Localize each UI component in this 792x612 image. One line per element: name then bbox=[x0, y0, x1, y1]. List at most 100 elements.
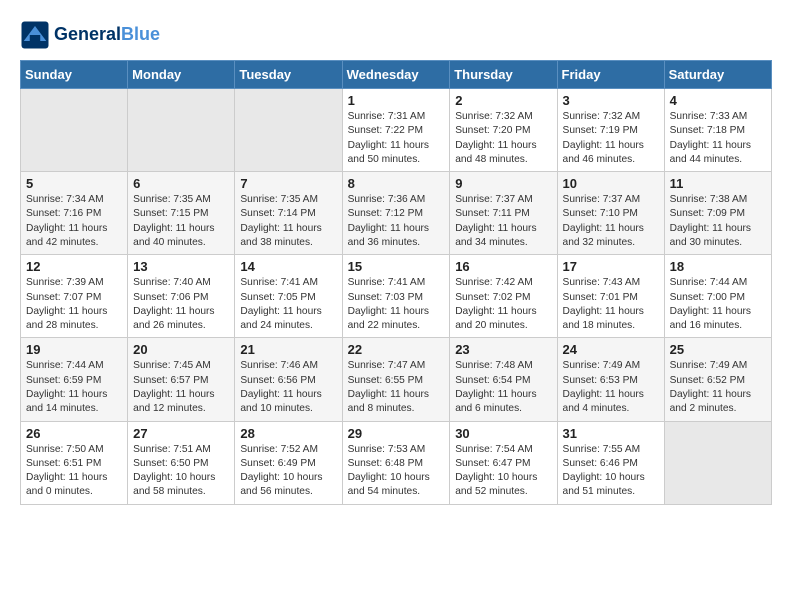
column-header-monday: Monday bbox=[128, 61, 235, 89]
calendar-cell: 27Sunrise: 7:51 AM Sunset: 6:50 PM Dayli… bbox=[128, 421, 235, 504]
column-header-sunday: Sunday bbox=[21, 61, 128, 89]
day-info: Sunrise: 7:46 AM Sunset: 6:56 PM Dayligh… bbox=[240, 359, 336, 416]
calendar-cell: 18 Sunrise: 7:44 AM Sunset: 7:00 PM Dayli… bbox=[664, 255, 771, 338]
column-header-saturday: Saturday bbox=[664, 61, 771, 89]
day-number: 7 bbox=[240, 176, 336, 191]
calendar-cell: 12Sunrise: 7:39 AM Sunset: 7:07 PM Dayli… bbox=[21, 255, 128, 338]
calendar-cell: 1 Sunrise: 7:31 AM Sunset: 7:22 PM Daylig… bbox=[342, 89, 450, 172]
day-number: 4 bbox=[670, 93, 766, 108]
day-info: Sunrise: 7:38 AM Sunset: 7:09 PM Dayligh… bbox=[670, 193, 766, 250]
day-info: Sunrise: 7:48 AM Sunset: 6:54 PM Dayligh… bbox=[455, 359, 551, 416]
calendar-cell bbox=[235, 89, 342, 172]
day-number: 20 bbox=[133, 342, 229, 357]
calendar-cell: 24 Sunrise: 7:49 AM Sunset: 6:53 PM Dayli… bbox=[557, 338, 664, 421]
calendar-cell: 21 Sunrise: 7:46 AM Sunset: 6:56 PM Dayli… bbox=[235, 338, 342, 421]
column-header-thursday: Thursday bbox=[450, 61, 557, 89]
day-info: Sunrise: 7:32 AM Sunset: 7:19 PM Dayligh… bbox=[563, 110, 659, 167]
day-info: Sunrise: 7:45 AM Sunset: 6:57 PM Dayligh… bbox=[133, 359, 229, 416]
calendar-week-row: 26 Sunrise: 7:50 AM Sunset: 6:51 PM Dayli… bbox=[21, 421, 772, 504]
day-number: 21 bbox=[240, 342, 336, 357]
day-number: 26 bbox=[26, 426, 122, 441]
day-info: Sunrise: 7:53 AM Sunset: 6:48 PM Dayligh… bbox=[348, 443, 445, 500]
calendar-cell: 4 Sunrise: 7:33 AM Sunset: 7:18 PM Daylig… bbox=[664, 89, 771, 172]
calendar-cell: 9 Sunrise: 7:37 AM Sunset: 7:11 PM Daylig… bbox=[450, 172, 557, 255]
day-number: 11 bbox=[670, 176, 766, 191]
day-number: 9 bbox=[455, 176, 551, 191]
day-number: 10 bbox=[563, 176, 659, 191]
day-info: Sunrise: 7:34 AM Sunset: 7:16 PM Dayligh… bbox=[26, 193, 122, 250]
day-info: Sunrise: 7:44 AM Sunset: 7:00 PM Dayligh… bbox=[670, 276, 766, 333]
day-info: Sunrise: 7:44 AM Sunset: 6:59 PM Dayligh… bbox=[26, 359, 122, 416]
day-info: Sunrise: 7:40 AM Sunset: 7:06 PM Dayligh… bbox=[133, 276, 229, 333]
day-info: Sunrise: 7:50 AM Sunset: 6:51 PM Dayligh… bbox=[26, 443, 122, 500]
column-header-wednesday: Wednesday bbox=[342, 61, 450, 89]
day-info: Sunrise: 7:55 AM Sunset: 6:46 PM Dayligh… bbox=[563, 443, 659, 500]
day-number: 17 bbox=[563, 259, 659, 274]
calendar-cell: 15Sunrise: 7:41 AM Sunset: 7:03 PM Dayli… bbox=[342, 255, 450, 338]
calendar-cell: 23 Sunrise: 7:48 AM Sunset: 6:54 PM Dayli… bbox=[450, 338, 557, 421]
day-number: 3 bbox=[563, 93, 659, 108]
day-info: Sunrise: 7:37 AM Sunset: 7:11 PM Dayligh… bbox=[455, 193, 551, 250]
day-info: Sunrise: 7:33 AM Sunset: 7:18 PM Dayligh… bbox=[670, 110, 766, 167]
calendar-cell: 26 Sunrise: 7:50 AM Sunset: 6:51 PM Dayli… bbox=[21, 421, 128, 504]
calendar-cell: 19 Sunrise: 7:44 AM Sunset: 6:59 PM Dayli… bbox=[21, 338, 128, 421]
calendar-header-row: SundayMondayTuesdayWednesdayThursdayFrid… bbox=[21, 61, 772, 89]
day-number: 6 bbox=[133, 176, 229, 191]
calendar-cell: 29 Sunrise: 7:53 AM Sunset: 6:48 PM Dayli… bbox=[342, 421, 450, 504]
calendar-week-row: 5Sunrise: 7:34 AM Sunset: 7:16 PM Daylig… bbox=[21, 172, 772, 255]
calendar-cell: 20 Sunrise: 7:45 AM Sunset: 6:57 PM Dayli… bbox=[128, 338, 235, 421]
day-number: 19 bbox=[26, 342, 122, 357]
day-info: Sunrise: 7:49 AM Sunset: 6:53 PM Dayligh… bbox=[563, 359, 659, 416]
day-number: 23 bbox=[455, 342, 551, 357]
day-info: Sunrise: 7:35 AM Sunset: 7:14 PM Dayligh… bbox=[240, 193, 336, 250]
day-info: Sunrise: 7:31 AM Sunset: 7:22 PM Dayligh… bbox=[348, 110, 445, 167]
calendar-week-row: 12Sunrise: 7:39 AM Sunset: 7:07 PM Dayli… bbox=[21, 255, 772, 338]
day-info: Sunrise: 7:52 AM Sunset: 6:49 PM Dayligh… bbox=[240, 443, 336, 500]
day-info: Sunrise: 7:47 AM Sunset: 6:55 PM Dayligh… bbox=[348, 359, 445, 416]
day-number: 14 bbox=[240, 259, 336, 274]
day-number: 13 bbox=[133, 259, 229, 274]
day-info: Sunrise: 7:43 AM Sunset: 7:01 PM Dayligh… bbox=[563, 276, 659, 333]
day-info: Sunrise: 7:32 AM Sunset: 7:20 PM Dayligh… bbox=[455, 110, 551, 167]
calendar-cell: 25 Sunrise: 7:49 AM Sunset: 6:52 PM Dayli… bbox=[664, 338, 771, 421]
day-number: 12 bbox=[26, 259, 122, 274]
calendar-cell: 13 Sunrise: 7:40 AM Sunset: 7:06 PM Dayli… bbox=[128, 255, 235, 338]
day-info: Sunrise: 7:49 AM Sunset: 6:52 PM Dayligh… bbox=[670, 359, 766, 416]
day-number: 16 bbox=[455, 259, 551, 274]
calendar-cell bbox=[21, 89, 128, 172]
calendar-cell: 16 Sunrise: 7:42 AM Sunset: 7:02 PM Dayli… bbox=[450, 255, 557, 338]
calendar-cell: 22 Sunrise: 7:47 AM Sunset: 6:55 PM Dayli… bbox=[342, 338, 450, 421]
day-number: 25 bbox=[670, 342, 766, 357]
day-number: 28 bbox=[240, 426, 336, 441]
logo-icon bbox=[20, 20, 50, 50]
day-info: Sunrise: 7:37 AM Sunset: 7:10 PM Dayligh… bbox=[563, 193, 659, 250]
calendar-cell: 30Sunrise: 7:54 AM Sunset: 6:47 PM Dayli… bbox=[450, 421, 557, 504]
calendar-cell: 6 Sunrise: 7:35 AM Sunset: 7:15 PM Daylig… bbox=[128, 172, 235, 255]
day-number: 29 bbox=[348, 426, 445, 441]
calendar-week-row: 19 Sunrise: 7:44 AM Sunset: 6:59 PM Dayli… bbox=[21, 338, 772, 421]
calendar-cell bbox=[664, 421, 771, 504]
calendar-cell: 17 Sunrise: 7:43 AM Sunset: 7:01 PM Dayli… bbox=[557, 255, 664, 338]
calendar-cell: 8Sunrise: 7:36 AM Sunset: 7:12 PM Daylig… bbox=[342, 172, 450, 255]
day-number: 18 bbox=[670, 259, 766, 274]
logo: GeneralBlue bbox=[20, 20, 160, 50]
day-number: 30 bbox=[455, 426, 551, 441]
calendar-cell: 28 Sunrise: 7:52 AM Sunset: 6:49 PM Dayli… bbox=[235, 421, 342, 504]
day-info: Sunrise: 7:41 AM Sunset: 7:05 PM Dayligh… bbox=[240, 276, 336, 333]
calendar-cell: 11 Sunrise: 7:38 AM Sunset: 7:09 PM Dayli… bbox=[664, 172, 771, 255]
page-header: GeneralBlue bbox=[20, 20, 772, 50]
day-number: 24 bbox=[563, 342, 659, 357]
day-number: 15 bbox=[348, 259, 445, 274]
calendar-cell: 5Sunrise: 7:34 AM Sunset: 7:16 PM Daylig… bbox=[21, 172, 128, 255]
day-info: Sunrise: 7:42 AM Sunset: 7:02 PM Dayligh… bbox=[455, 276, 551, 333]
day-number: 2 bbox=[455, 93, 551, 108]
day-number: 1 bbox=[348, 93, 445, 108]
day-info: Sunrise: 7:51 AM Sunset: 6:50 PM Dayligh… bbox=[133, 443, 229, 500]
calendar-cell: 31Sunrise: 7:55 AM Sunset: 6:46 PM Dayli… bbox=[557, 421, 664, 504]
day-number: 22 bbox=[348, 342, 445, 357]
day-info: Sunrise: 7:35 AM Sunset: 7:15 PM Dayligh… bbox=[133, 193, 229, 250]
day-number: 8 bbox=[348, 176, 445, 191]
calendar-cell: 2 Sunrise: 7:32 AM Sunset: 7:20 PM Daylig… bbox=[450, 89, 557, 172]
calendar-table: SundayMondayTuesdayWednesdayThursdayFrid… bbox=[20, 60, 772, 505]
column-header-friday: Friday bbox=[557, 61, 664, 89]
